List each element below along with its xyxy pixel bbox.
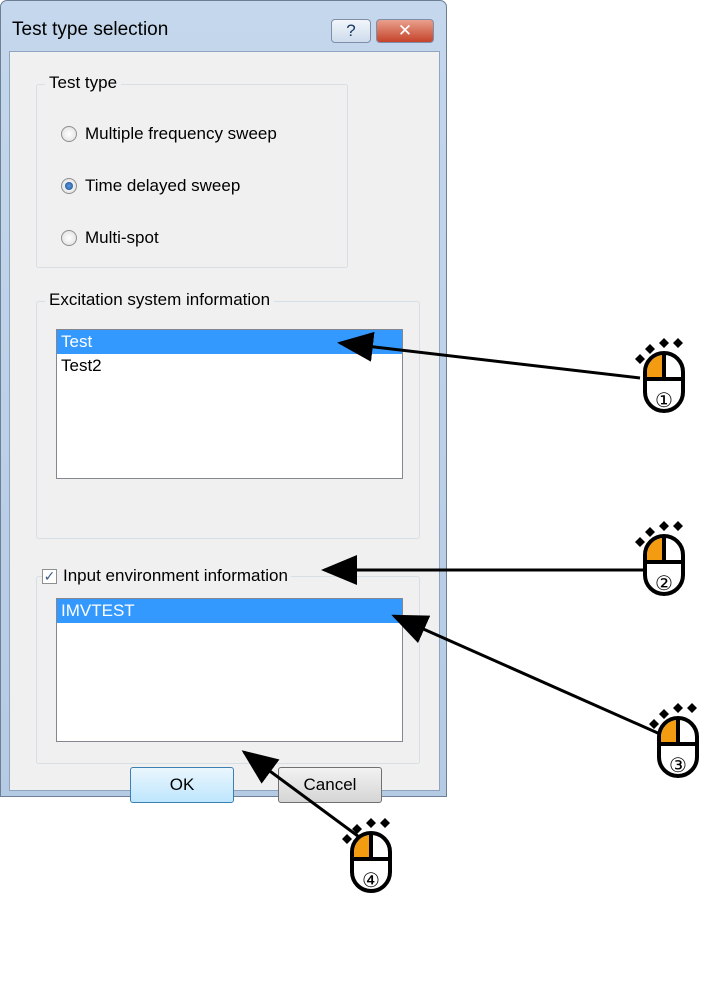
svg-text:②: ②	[655, 571, 673, 595]
svg-text:④: ④	[362, 868, 380, 892]
svg-text:③: ③	[669, 753, 687, 777]
arrow-1	[337, 331, 641, 380]
arrow-3	[391, 614, 661, 736]
mouse-left-click-icon: ③	[649, 703, 699, 778]
mouse-left-click-icon: ①	[635, 338, 685, 413]
mouse-left-click-icon: ④	[342, 818, 392, 893]
mouse-left-click-icon: ②	[635, 521, 685, 596]
svg-text:①: ①	[655, 388, 673, 412]
